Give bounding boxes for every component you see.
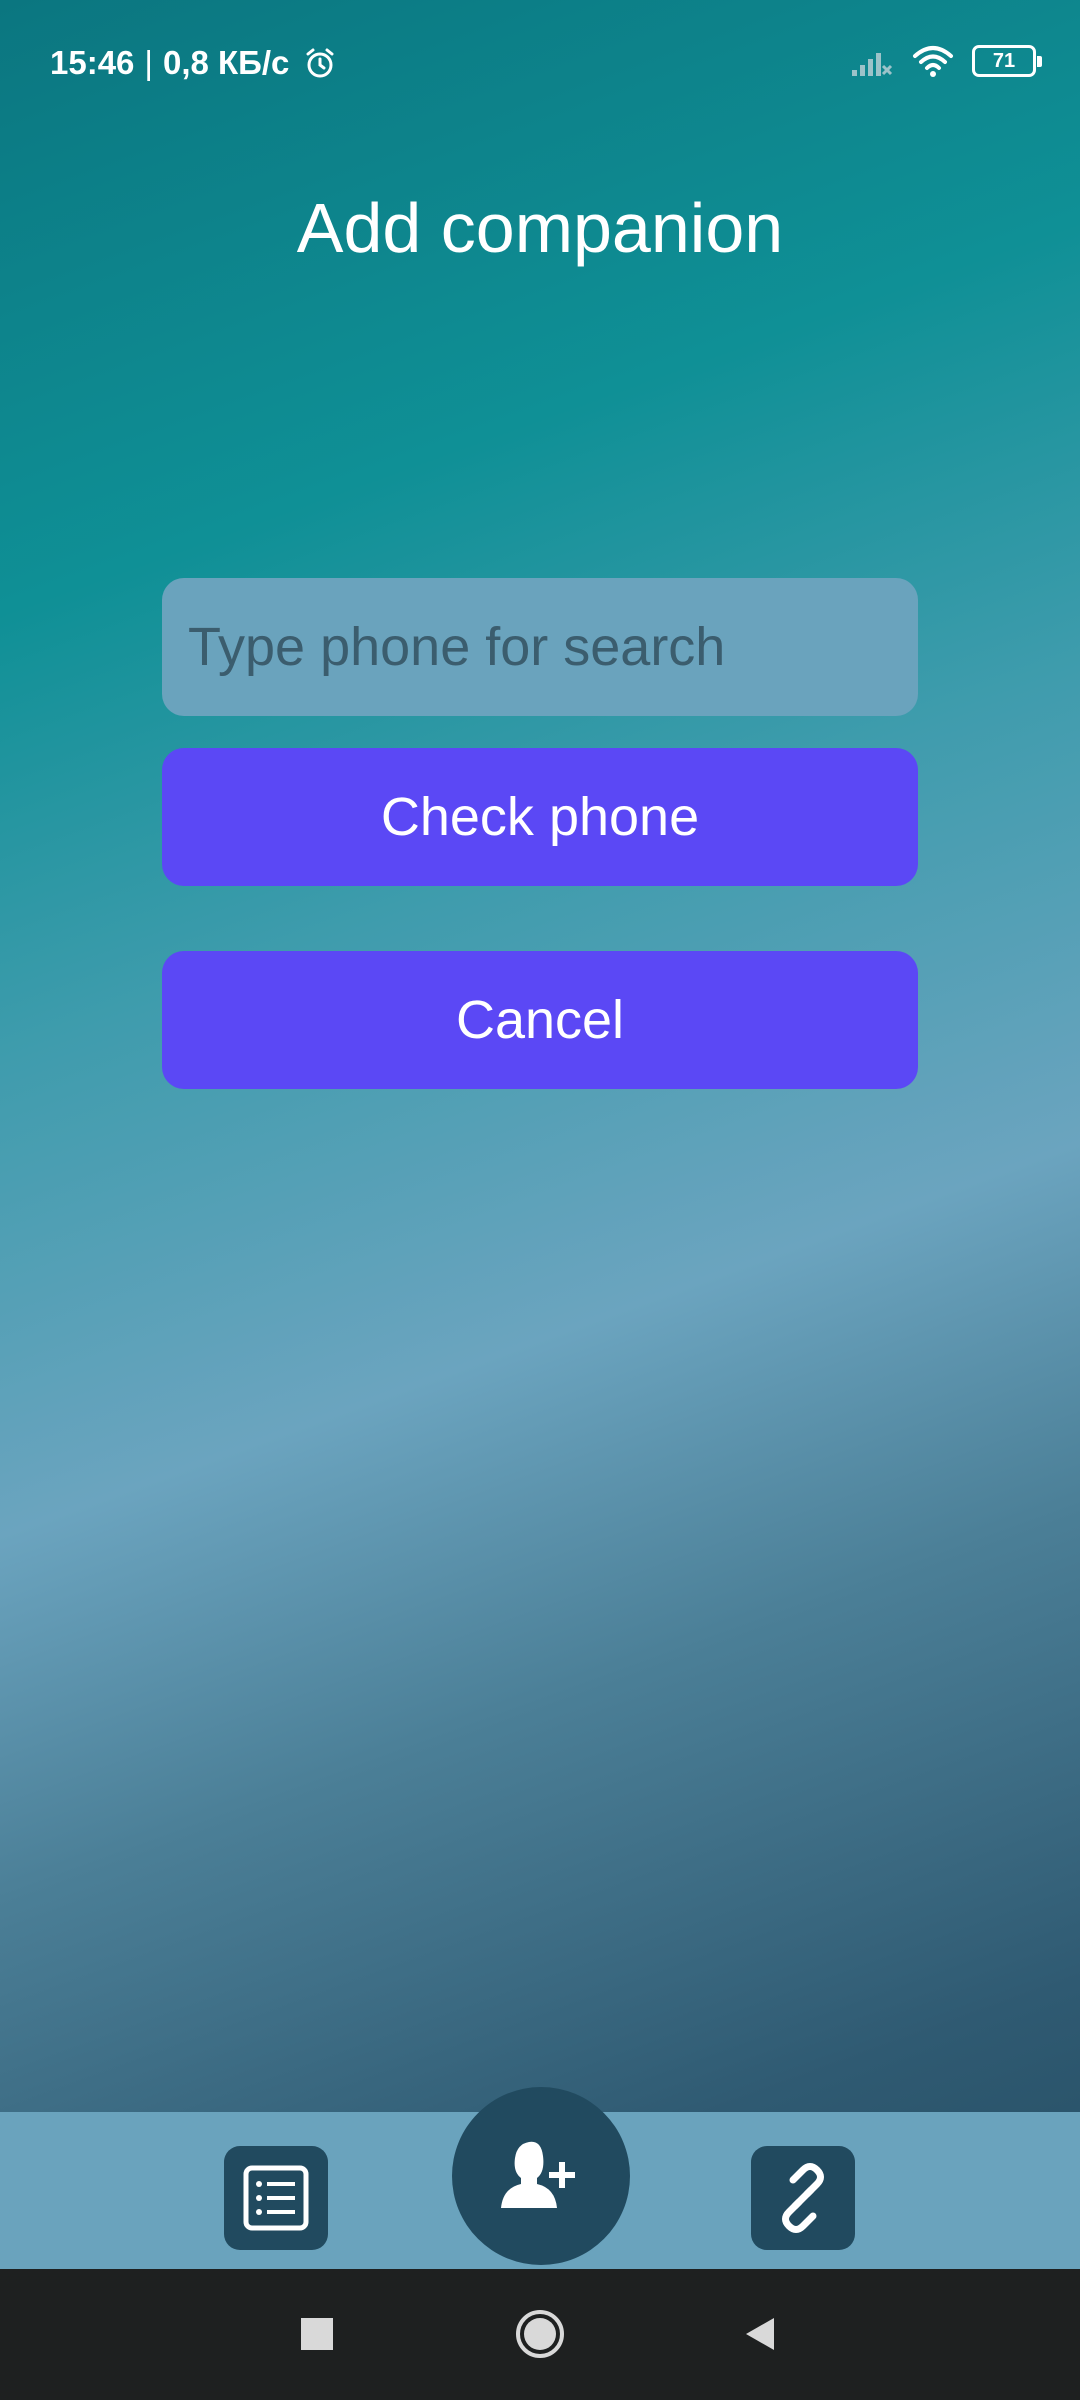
- cancel-label: Cancel: [455, 990, 625, 1050]
- system-nav-bar: [0, 2269, 1080, 2400]
- status-separator: |: [144, 44, 153, 81]
- status-right: 71: [850, 44, 1042, 78]
- add-companion-button[interactable]: [452, 2087, 630, 2265]
- recent-apps-button[interactable]: [282, 2299, 352, 2369]
- page-title: Add companion: [296, 189, 784, 267]
- phone-search-input[interactable]: [162, 578, 918, 716]
- recent-apps-icon: [299, 2316, 335, 2352]
- list-icon: [240, 2162, 312, 2234]
- add-user-icon: [493, 2128, 589, 2224]
- battery-level: 71: [992, 49, 1016, 72]
- home-button[interactable]: [505, 2299, 575, 2369]
- signal-icon: [850, 44, 894, 78]
- status-time: 15:46: [50, 44, 135, 81]
- home-icon: [514, 2308, 566, 2360]
- check-phone-button[interactable]: Check phone: [162, 748, 918, 886]
- link-icon: [767, 2162, 839, 2234]
- add-companion-screen: 15:46 | 0,8 КБ/с 71 Add companion Type p…: [0, 0, 1080, 2400]
- cancel-button[interactable]: Cancel: [162, 951, 918, 1089]
- back-icon: [740, 2314, 780, 2354]
- network-speed: 0,8 КБ/с: [162, 44, 290, 81]
- status-bar: 15:46 | 0,8 КБ/с 71: [0, 0, 1080, 130]
- status-left: 15:46 | 0,8 КБ/с: [50, 44, 337, 82]
- back-button[interactable]: [725, 2299, 795, 2369]
- list-button[interactable]: [224, 2146, 328, 2250]
- wifi-icon: [912, 44, 954, 78]
- check-phone-label: Check phone: [380, 787, 700, 847]
- alarm-icon: [303, 46, 337, 80]
- battery-icon: 71: [972, 45, 1042, 77]
- link-button[interactable]: [751, 2146, 855, 2250]
